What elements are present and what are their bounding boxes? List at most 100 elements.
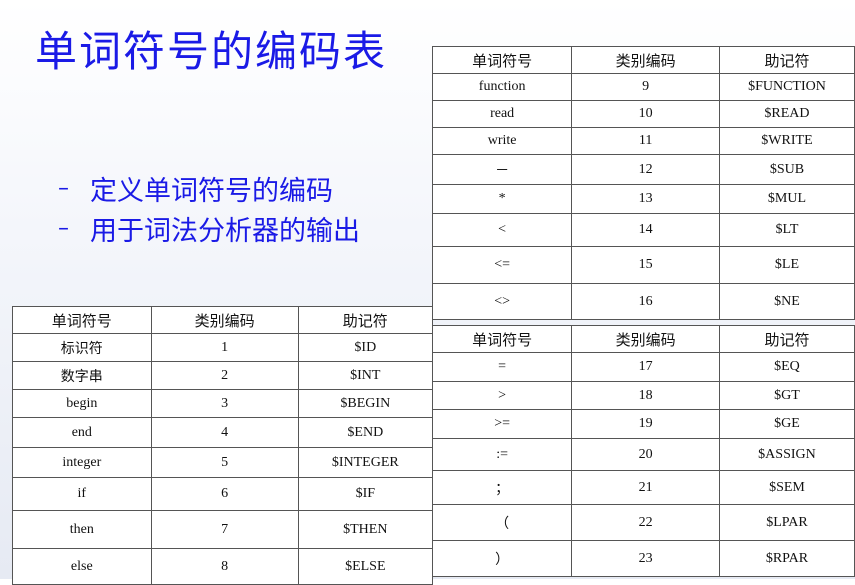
mnemonic-cell: $READ — [718, 100, 855, 128]
code-cell: 9 — [571, 73, 720, 101]
token-cell: ； — [431, 470, 573, 505]
token-cell: function — [431, 73, 573, 101]
code-cell: 14 — [571, 213, 720, 247]
mnemonic-cell: $SEM — [718, 470, 855, 505]
token-cell: integer — [12, 447, 152, 478]
mnemonic-cell: $THEN — [297, 510, 434, 549]
code-cell: 22 — [571, 504, 720, 541]
table-row: >= 19 $GE — [431, 409, 855, 439]
mnemonic-cell: $RPAR — [718, 540, 855, 577]
code-cell: 18 — [571, 381, 720, 410]
table-row: 数字串 2 $INT — [12, 361, 434, 390]
token-cell: <= — [431, 246, 573, 284]
code-cell: 21 — [571, 470, 720, 505]
code-cell: 19 — [571, 409, 720, 439]
code-cell: 7 — [150, 510, 299, 549]
mnemonic-cell: $INT — [297, 361, 434, 390]
token-cell: > — [431, 381, 573, 410]
bullet-list: – 定义单词符号的编码 – 用于词法分析器的输出 — [58, 168, 360, 248]
header-mnemonic: 助记符 — [297, 306, 434, 334]
mnemonic-cell: $LE — [718, 246, 855, 284]
token-cell: * — [431, 184, 573, 214]
mnemonic-cell: $MUL — [718, 184, 855, 214]
code-cell: 20 — [571, 438, 720, 471]
mnemonic-cell: $FUNCTION — [718, 73, 855, 101]
code-cell: 17 — [571, 352, 720, 382]
mnemonic-cell: $SUB — [718, 154, 855, 185]
token-cell: ） — [431, 540, 573, 577]
code-cell: 5 — [150, 447, 299, 478]
code-cell: 1 — [150, 333, 299, 362]
token-cell: < — [431, 213, 573, 247]
header-mnemonic: 助记符 — [718, 46, 855, 74]
token-cell: 标识符 — [12, 333, 152, 362]
code-cell: 15 — [571, 246, 720, 284]
table-row: * 13 $MUL — [431, 184, 855, 214]
code-cell: 11 — [571, 127, 720, 155]
code-cell: 2 — [150, 361, 299, 390]
mnemonic-cell: $GE — [718, 409, 855, 439]
token-cell: if — [12, 477, 152, 511]
table-row: ） 23 $RPAR — [431, 540, 855, 577]
header-token: 单词符号 — [431, 325, 573, 353]
table-row: > 18 $GT — [431, 381, 855, 410]
dash-bullet-icon: – — [58, 215, 69, 241]
table-header-row: 单词符号 类别编码 助记符 — [12, 306, 434, 334]
token-cell: begin — [12, 389, 152, 418]
mnemonic-cell: $IF — [297, 477, 434, 511]
header-category-code: 类别编码 — [571, 325, 720, 353]
mnemonic-cell: $END — [297, 417, 434, 448]
header-mnemonic: 助记符 — [718, 325, 855, 353]
token-cell: end — [12, 417, 152, 448]
token-cell: := — [431, 438, 573, 471]
code-cell: 13 — [571, 184, 720, 214]
table-row: integer 5 $INTEGER — [12, 447, 434, 478]
mnemonic-cell: $GT — [718, 381, 855, 410]
token-cell: >= — [431, 409, 573, 439]
mnemonic-cell: $EQ — [718, 352, 855, 382]
table-row: write 11 $WRITE — [431, 127, 855, 155]
token-table-9-16: 单词符号 类别编码 助记符 function 9 $FUNCTION read … — [431, 46, 855, 320]
table-row: := 20 $ASSIGN — [431, 438, 855, 471]
token-cell: then — [12, 510, 152, 549]
table-row: 标识符 1 $ID — [12, 333, 434, 362]
mnemonic-cell: $BEGIN — [297, 389, 434, 418]
bullet-text: 定义单词符号的编码 — [90, 175, 333, 207]
code-cell: 16 — [571, 283, 720, 320]
token-table-1-8: 单词符号 类别编码 助记符 标识符 1 $ID 数字串 2 $INT begin… — [12, 306, 434, 585]
token-cell: 数字串 — [12, 361, 152, 390]
bullet-item: – 定义单词符号的编码 — [58, 168, 360, 208]
mnemonic-cell: $WRITE — [718, 127, 855, 155]
table-header-row: 单词符号 类别编码 助记符 — [431, 46, 855, 74]
table-row: end 4 $END — [12, 417, 434, 448]
table-row: read 10 $READ — [431, 100, 855, 128]
code-cell: 23 — [571, 540, 720, 577]
code-cell: 4 — [150, 417, 299, 448]
token-cell: read — [431, 100, 573, 128]
mnemonic-cell: $LPAR — [718, 504, 855, 541]
code-cell: 3 — [150, 389, 299, 418]
token-cell: else — [12, 548, 152, 585]
token-cell: （ — [431, 504, 573, 541]
mnemonic-cell: $INTEGER — [297, 447, 434, 478]
table-row: = 17 $EQ — [431, 352, 855, 382]
mnemonic-cell: $ASSIGN — [718, 438, 855, 471]
bullet-text: 用于词法分析器的输出 — [90, 215, 360, 247]
table-row: < 14 $LT — [431, 213, 855, 247]
mnemonic-cell: $ELSE — [297, 548, 434, 585]
token-cell: － — [431, 154, 573, 185]
table-row: （ 22 $LPAR — [431, 504, 855, 541]
header-token: 单词符号 — [12, 306, 152, 334]
table-row: if 6 $IF — [12, 477, 434, 511]
mnemonic-cell: $NE — [718, 283, 855, 320]
table-row: ； 21 $SEM — [431, 470, 855, 505]
table-row: then 7 $THEN — [12, 510, 434, 549]
header-category-code: 类别编码 — [571, 46, 720, 74]
table-row: <> 16 $NE — [431, 283, 855, 320]
bullet-item: – 用于词法分析器的输出 — [58, 208, 360, 248]
token-cell: = — [431, 352, 573, 382]
token-cell: <> — [431, 283, 573, 320]
code-cell: 8 — [150, 548, 299, 585]
slide-title: 单词符号的编码表 — [35, 27, 388, 76]
token-cell: write — [431, 127, 573, 155]
